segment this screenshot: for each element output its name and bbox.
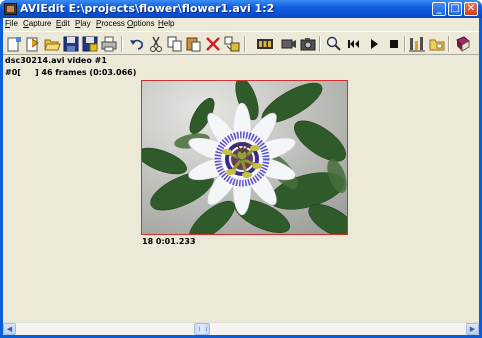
- minimize-button[interactable]: _: [432, 2, 446, 16]
- passion-flower-image: [142, 81, 347, 234]
- book-icon[interactable]: [454, 35, 472, 53]
- horizontal-scrollbar[interactable]: ◀ ▶: [3, 322, 479, 335]
- toolbar: [3, 31, 479, 55]
- menu-play[interactable]: Play: [75, 19, 91, 28]
- app-icon: [4, 3, 17, 15]
- play-icon[interactable]: [365, 35, 383, 53]
- frame-position-suffix: ] 46 frames (0:03.066): [34, 68, 137, 77]
- stream-name: dsc30214.avi video #1: [5, 56, 107, 65]
- rewind-icon[interactable]: [345, 35, 363, 53]
- menu-help[interactable]: Help: [158, 19, 174, 28]
- client-area: File Capture Edit Play Process Options H…: [3, 18, 479, 335]
- stop-icon[interactable]: [385, 35, 403, 53]
- scroll-right-button[interactable]: ▶: [466, 323, 479, 335]
- toolbar-separator: [404, 36, 406, 52]
- toolbar-separator: [319, 36, 321, 52]
- save-icon[interactable]: [62, 35, 80, 53]
- insert-icon[interactable]: [223, 35, 241, 53]
- toolbar-separator: [448, 36, 450, 52]
- frame-position-prefix: #0[: [5, 68, 21, 77]
- toolbar-separator: [121, 36, 123, 52]
- video-frame[interactable]: [141, 80, 348, 235]
- menu-file[interactable]: File: [5, 19, 18, 28]
- cut-icon[interactable]: [147, 35, 165, 53]
- folder-icon[interactable]: [428, 35, 446, 53]
- paste-icon[interactable]: [185, 35, 203, 53]
- film-icon[interactable]: [256, 35, 274, 53]
- menu-capture[interactable]: Capture: [23, 19, 51, 28]
- new-icon[interactable]: [5, 35, 23, 53]
- title-bar[interactable]: AVIEdit E:\projects\flower\flower1.avi 1…: [0, 0, 482, 18]
- effects-icon[interactable]: [408, 35, 426, 53]
- app-window: AVIEdit E:\projects\flower\flower1.avi 1…: [0, 0, 482, 338]
- open-icon[interactable]: [24, 35, 42, 53]
- close-button[interactable]: ✕: [464, 2, 478, 16]
- delete-icon[interactable]: [204, 35, 222, 53]
- open-folder-icon[interactable]: [43, 35, 61, 53]
- toolbar-separator: [244, 36, 246, 52]
- frame-timestamp: 18 0:01.233: [142, 237, 196, 246]
- menu-options[interactable]: Options: [127, 19, 155, 28]
- menu-edit[interactable]: Edit: [56, 19, 70, 28]
- scroll-thumb[interactable]: [194, 323, 210, 335]
- copy-icon[interactable]: [166, 35, 184, 53]
- save-as-icon[interactable]: [81, 35, 99, 53]
- menu-bar: File Capture Edit Play Process Options H…: [3, 18, 479, 31]
- capture-camera-icon[interactable]: [280, 35, 298, 53]
- maximize-button[interactable]: □: [448, 2, 462, 16]
- scroll-left-button[interactable]: ◀: [3, 323, 16, 335]
- snapshot-icon[interactable]: [299, 35, 317, 53]
- undo-icon[interactable]: [128, 35, 146, 53]
- window-border-left: [0, 18, 3, 338]
- menu-process[interactable]: Process: [96, 19, 125, 28]
- zoom-icon[interactable]: [325, 35, 343, 53]
- window-title: AVIEdit E:\projects\flower\flower1.avi 1…: [20, 2, 275, 15]
- print-icon[interactable]: [100, 35, 118, 53]
- frame-position: #0[ ] 46 frames (0:03.066): [5, 68, 136, 77]
